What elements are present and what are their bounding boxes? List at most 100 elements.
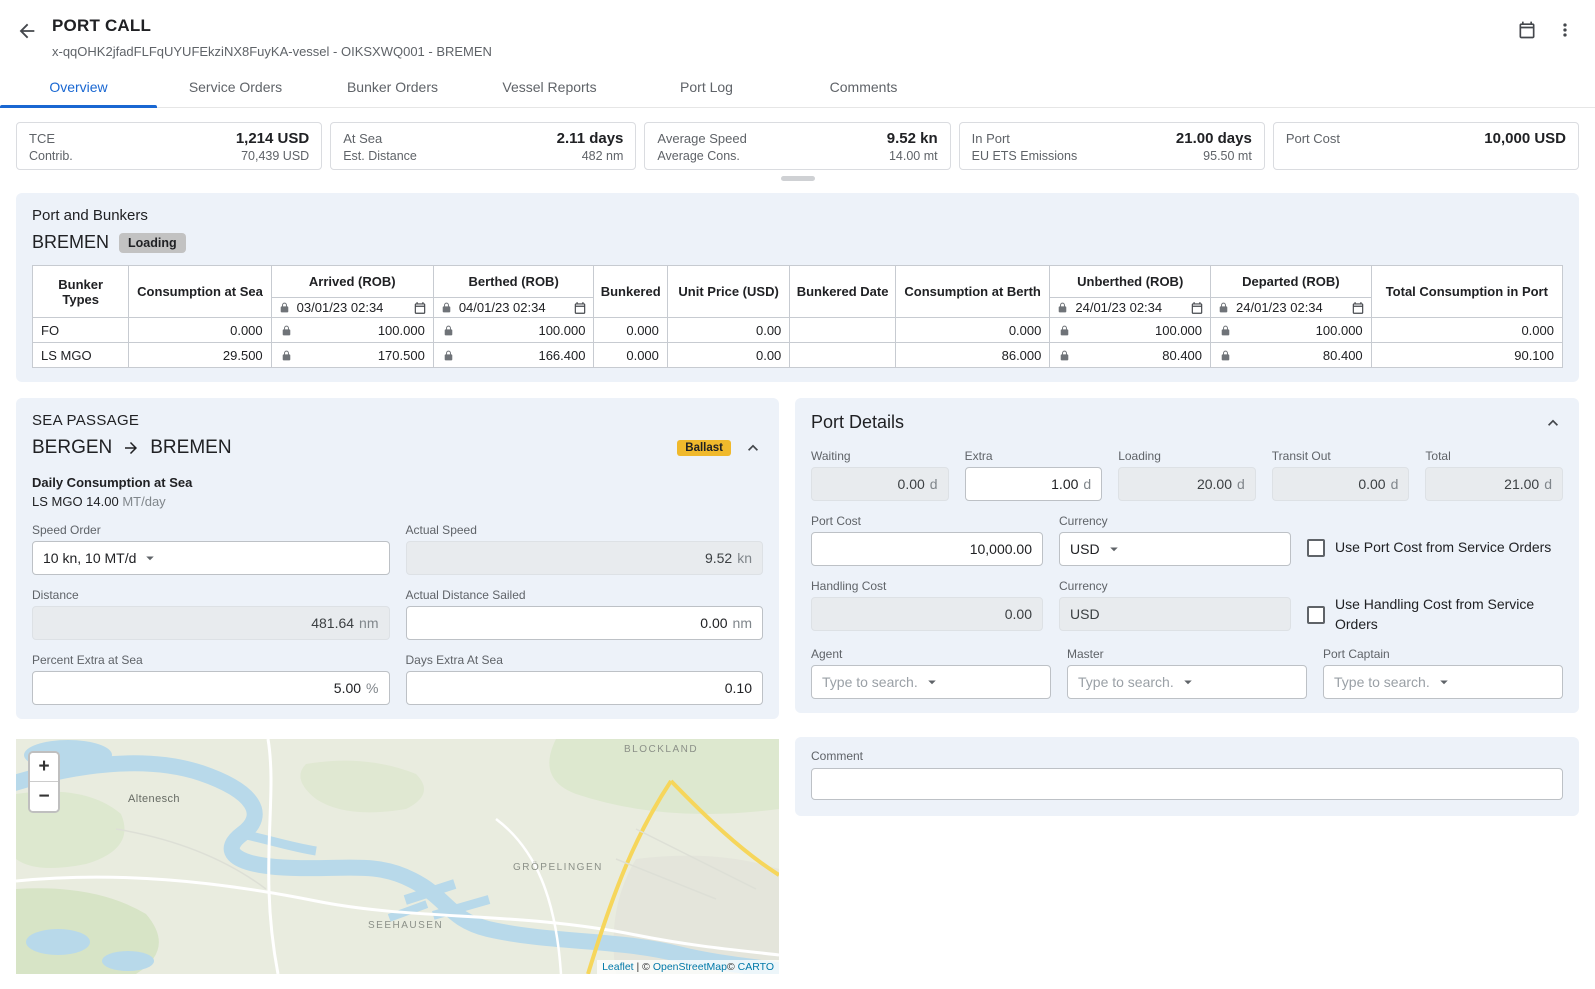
stat-card-at-sea: At Sea2.11 days Est. Distance482 nm	[330, 122, 636, 170]
bunker-row-fo: FO 0.000 100.000 100.000 0.000 0.00 0.00…	[33, 318, 1563, 343]
stat-sub-label: Est. Distance	[343, 149, 417, 163]
lsmgo-unberthed-cell[interactable]: 80.400	[1050, 343, 1211, 368]
zoom-out-button[interactable]: −	[30, 782, 58, 811]
waiting-field: 0.00d	[811, 467, 949, 501]
ballast-badge: Ballast	[677, 440, 731, 456]
stat-label: Port Cost	[1286, 131, 1340, 146]
lock-icon	[1056, 301, 1069, 314]
unberthed-date-field[interactable]: 24/01/23 02:34	[1056, 300, 1204, 315]
tab-bunker-orders[interactable]: Bunker Orders	[314, 69, 471, 107]
tab-service-orders[interactable]: Service Orders	[157, 69, 314, 107]
map[interactable]: BLOCKLAND Altenesch GRÖPELINGEN SEEHAUSE…	[16, 739, 779, 974]
collapse-chevron-icon[interactable]	[1543, 413, 1563, 433]
fo-unberthed-cell[interactable]: 100.000	[1050, 318, 1211, 343]
col-header-arrived-rob: Arrived (ROB)	[271, 266, 433, 298]
arrived-date-field[interactable]: 03/01/23 02:34	[278, 300, 427, 315]
tab-vessel-reports[interactable]: Vessel Reports	[471, 69, 628, 107]
total-label: Total	[1425, 449, 1563, 463]
back-arrow-icon[interactable]	[16, 20, 38, 42]
more-menu-icon[interactable]	[1555, 20, 1575, 40]
bunker-row-ls-mgo: LS MGO 29.500 170.500 166.400 0.000 0.00…	[33, 343, 1563, 368]
lock-icon	[278, 301, 291, 314]
lsmgo-bunkered-cell[interactable]: 0.000	[594, 343, 667, 368]
berthed-date-field[interactable]: 04/01/23 02:34	[440, 300, 588, 315]
collapse-chevron-icon[interactable]	[743, 438, 763, 458]
daily-consumption-unit: MT/day	[122, 494, 165, 509]
fo-departed-cell[interactable]: 100.000	[1211, 318, 1372, 343]
port-details-title: Port Details	[811, 412, 904, 433]
fo-unit-price-cell[interactable]: 0.00	[667, 318, 789, 343]
master-select[interactable]: Type to search.	[1067, 665, 1307, 699]
col-header-consumption-at-sea: Consumption at Sea	[129, 266, 271, 318]
openstreetmap-link[interactable]: OpenStreetMap	[653, 961, 727, 973]
percent-extra-at-sea-field[interactable]: 5.00 %	[32, 671, 390, 705]
stat-sub-label: Average Cons.	[657, 149, 739, 163]
chevron-down-icon	[141, 549, 159, 567]
calendar-icon[interactable]	[573, 301, 587, 315]
zoom-in-button[interactable]: +	[30, 753, 58, 782]
fo-bunkered-date-cell[interactable]	[790, 318, 896, 343]
loading-field: 20.00d	[1118, 467, 1256, 501]
port-captain-label: Port Captain	[1323, 647, 1563, 661]
use-port-cost-checkbox[interactable]	[1307, 539, 1325, 557]
lsmgo-type-cell: LS MGO	[33, 343, 129, 368]
map-label-altenesch: Altenesch	[128, 793, 180, 805]
col-header-unit-price: Unit Price (USD)	[667, 266, 789, 318]
tab-overview[interactable]: Overview	[0, 69, 157, 107]
arrived-date-value: 03/01/23 02:34	[297, 300, 407, 315]
port-captain-select[interactable]: Type to search.	[1323, 665, 1563, 699]
col-header-bunker-types: Bunker Types	[33, 266, 129, 318]
page-header: PORT CALL x-qqOHK2jfadFLFqUYUFEkziNX8Fuy…	[0, 0, 1595, 65]
lsmgo-berthed-cell[interactable]: 166.400	[433, 343, 594, 368]
stat-value: 10,000 USD	[1484, 130, 1566, 147]
calendar-icon[interactable]	[413, 301, 427, 315]
lsmgo-bunkered-date-cell[interactable]	[790, 343, 896, 368]
agent-select[interactable]: Type to search.	[811, 665, 1051, 699]
actual-speed-field: 9.52 kn	[406, 541, 764, 575]
extra-field[interactable]: 1.00d	[965, 467, 1103, 501]
fo-berthed-cell[interactable]: 100.000	[433, 318, 594, 343]
use-handling-cost-label: Use Handling Cost from Service Orders	[1335, 595, 1563, 634]
days-extra-at-sea-field[interactable]: 0.10	[406, 671, 764, 705]
leaflet-link[interactable]: Leaflet	[602, 961, 634, 973]
fo-sea-cell[interactable]: 0.000	[129, 318, 271, 343]
lsmgo-unit-price-cell[interactable]: 0.00	[667, 343, 789, 368]
lsmgo-arrived-cell[interactable]: 170.500	[271, 343, 433, 368]
lsmgo-sea-cell[interactable]: 29.500	[129, 343, 271, 368]
calendar-icon[interactable]	[1351, 301, 1365, 315]
calendar-icon[interactable]	[1517, 20, 1537, 40]
port-cost-field[interactable]: 10,000.00	[811, 532, 1043, 566]
port-cost-currency-select[interactable]: USD	[1059, 532, 1291, 566]
calendar-icon[interactable]	[1190, 301, 1204, 315]
speed-order-select[interactable]: 10 kn, 10 MT/d	[32, 541, 390, 575]
unberthed-date-value: 24/01/23 02:34	[1075, 300, 1184, 315]
master-label: Master	[1067, 647, 1307, 661]
fo-arrived-cell[interactable]: 100.000	[271, 318, 433, 343]
chevron-down-icon	[923, 673, 941, 691]
page-title: PORT CALL	[52, 16, 492, 36]
tab-port-log[interactable]: Port Log	[628, 69, 785, 107]
lsmgo-berth-cell[interactable]: 86.000	[895, 343, 1050, 368]
chevron-down-icon	[1435, 673, 1453, 691]
tab-comments[interactable]: Comments	[785, 69, 942, 107]
carto-link[interactable]: CARTO	[738, 961, 774, 973]
actual-distance-sailed-field[interactable]: 0.00 nm	[406, 606, 764, 640]
lock-icon	[1058, 324, 1071, 337]
unberthed-date-cell: 24/01/23 02:34	[1050, 298, 1211, 318]
departed-date-cell: 24/01/23 02:34	[1211, 298, 1372, 318]
loading-badge: Loading	[119, 233, 186, 253]
fo-berth-cell[interactable]: 0.000	[895, 318, 1050, 343]
lock-icon	[1219, 349, 1232, 362]
lsmgo-departed-cell[interactable]: 80.400	[1211, 343, 1372, 368]
map-canvas: BLOCKLAND Altenesch GRÖPELINGEN SEEHAUSE…	[16, 739, 779, 974]
stat-card-in-port: In Port21.00 days EU ETS Emissions95.50 …	[959, 122, 1265, 170]
stats-resize-handle[interactable]	[781, 176, 815, 181]
departed-date-field[interactable]: 24/01/23 02:34	[1217, 300, 1365, 315]
handling-cost-label: Handling Cost	[811, 579, 1043, 593]
fo-bunkered-cell[interactable]: 0.000	[594, 318, 667, 343]
stat-value: 2.11 days	[557, 130, 624, 147]
use-handling-cost-checkbox[interactable]	[1307, 606, 1325, 624]
stat-value: 9.52 kn	[887, 130, 938, 147]
comment-input[interactable]	[811, 768, 1563, 800]
handling-cost-currency-field: USD	[1059, 597, 1291, 631]
